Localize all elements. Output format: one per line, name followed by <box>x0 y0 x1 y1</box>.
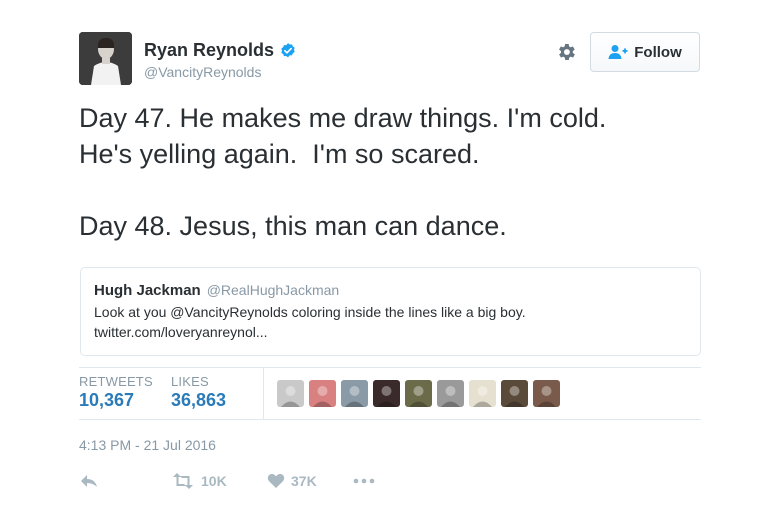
reply-icon <box>81 475 97 487</box>
liker-avatar[interactable] <box>405 380 432 407</box>
likes-label: LIKES <box>171 374 209 389</box>
add-user-icon <box>608 45 628 59</box>
retweets-count: 10,367 <box>79 390 135 410</box>
stats-divider-top <box>79 367 701 368</box>
follow-button-label: Follow <box>634 43 682 61</box>
verified-badge-icon <box>281 42 295 57</box>
retweets-stat[interactable]: RETWEETS 10,367 <box>79 374 153 411</box>
like-count: 37K <box>291 473 317 489</box>
quoted-tweet[interactable]: Hugh Jackman @RealHughJackman Look at yo… <box>80 267 701 356</box>
heart-icon <box>267 473 285 488</box>
retweets-label: RETWEETS <box>79 374 153 389</box>
quoted-tweet-link[interactable]: twitter.com/loveryanreynol... <box>94 322 687 342</box>
liker-avatar[interactable] <box>437 380 464 407</box>
liker-avatar[interactable] <box>277 380 304 407</box>
tweet-text: Day 47. He makes me draw things. I'm col… <box>79 100 719 244</box>
liker-avatars <box>277 380 560 407</box>
tweet-line: Day 47. He makes me draw things. I'm col… <box>79 103 607 133</box>
quoted-tweet-author-handle: @RealHughJackman <box>206 282 340 298</box>
likes-count: 36,863 <box>171 390 227 410</box>
retweet-button[interactable]: 10K <box>171 473 267 489</box>
stats-divider-bottom <box>79 419 701 420</box>
reply-button[interactable] <box>79 473 171 489</box>
tweet-line: Day 48. Jesus, this man can dance. <box>79 211 507 241</box>
liker-avatar[interactable] <box>309 380 336 407</box>
tweet-actions: 10K 37K <box>79 470 375 492</box>
author-handle[interactable]: @VancityReynolds <box>144 64 261 80</box>
liker-avatar[interactable] <box>501 380 528 407</box>
gear-icon[interactable] <box>555 41 577 63</box>
liker-avatar[interactable] <box>341 380 368 407</box>
liker-avatar[interactable] <box>533 380 560 407</box>
liker-avatar[interactable] <box>469 380 496 407</box>
retweet-count: 10K <box>201 473 227 489</box>
more-icon <box>353 478 375 484</box>
tweet-timestamp[interactable]: 4:13 PM - 21 Jul 2016 <box>79 437 216 453</box>
likes-stat[interactable]: LIKES 36,863 <box>171 374 226 411</box>
quoted-tweet-text: Look at you @VancityReynolds coloring in… <box>94 304 526 320</box>
retweet-icon <box>173 473 193 489</box>
author-avatar[interactable] <box>79 32 132 85</box>
more-button[interactable] <box>353 478 375 484</box>
like-button[interactable]: 37K <box>267 473 353 489</box>
quoted-tweet-author-name: Hugh Jackman <box>94 282 201 299</box>
stats-vertical-divider <box>263 368 264 419</box>
author-name-row[interactable]: Ryan Reynolds <box>144 40 297 61</box>
author-display-name[interactable]: Ryan Reynolds <box>144 40 274 61</box>
tweet-line: He's yelling again. I'm so scared. <box>79 139 480 169</box>
follow-button[interactable]: Follow <box>590 32 700 72</box>
liker-avatar[interactable] <box>373 380 400 407</box>
